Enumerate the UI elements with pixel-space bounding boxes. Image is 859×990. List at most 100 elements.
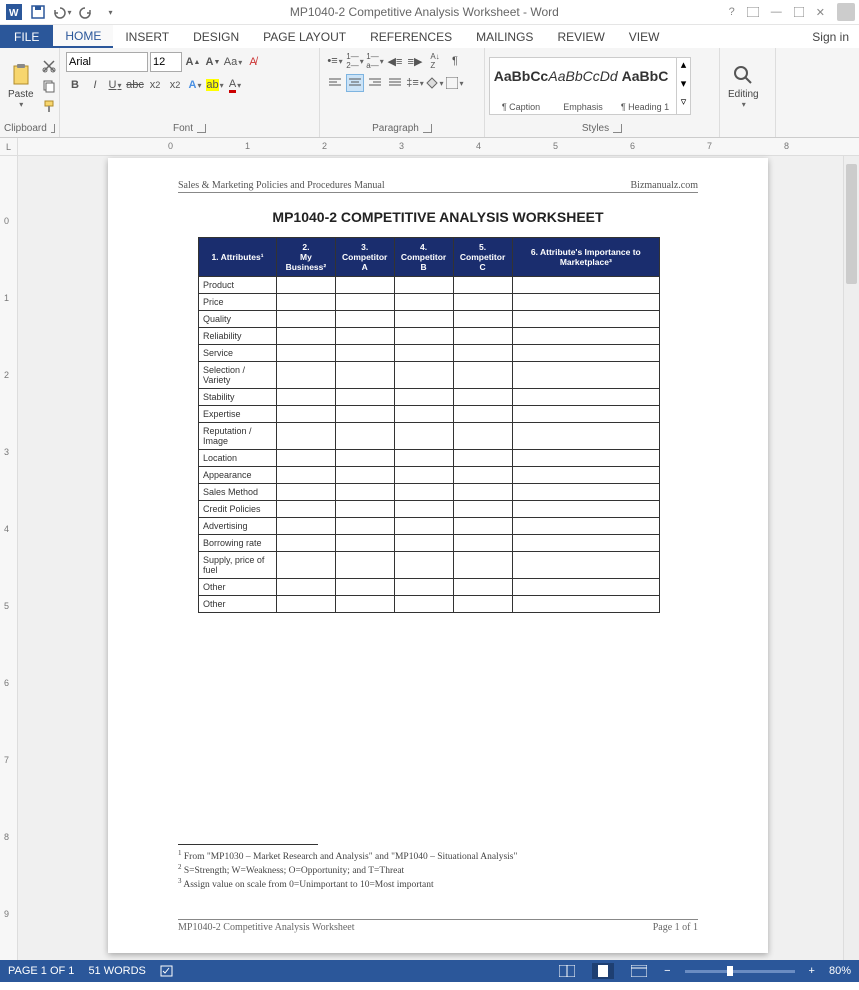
attribute-cell[interactable]: Reputation / Image xyxy=(199,423,277,450)
clipboard-launcher-icon[interactable] xyxy=(51,124,55,133)
data-cell[interactable] xyxy=(335,362,394,389)
style-emphasis[interactable]: AaBbCcDdEmphasis xyxy=(552,58,614,114)
data-cell[interactable] xyxy=(277,362,336,389)
numbering-icon[interactable]: 1—2—▾ xyxy=(346,52,364,70)
cut-icon[interactable] xyxy=(40,57,58,75)
bold-button[interactable]: B xyxy=(66,76,84,94)
data-cell[interactable] xyxy=(394,277,453,294)
data-cell[interactable] xyxy=(394,423,453,450)
data-cell[interactable] xyxy=(512,535,659,552)
table-row[interactable]: Product xyxy=(199,277,660,294)
vertical-ruler[interactable]: 0123456789 xyxy=(0,156,18,960)
data-cell[interactable] xyxy=(453,518,512,535)
attribute-cell[interactable]: Quality xyxy=(199,311,277,328)
data-cell[interactable] xyxy=(277,484,336,501)
paragraph-launcher-icon[interactable] xyxy=(423,124,432,133)
data-cell[interactable] xyxy=(394,579,453,596)
data-cell[interactable] xyxy=(394,362,453,389)
attribute-cell[interactable]: Reliability xyxy=(199,328,277,345)
data-cell[interactable] xyxy=(335,311,394,328)
attribute-cell[interactable]: Stability xyxy=(199,389,277,406)
data-cell[interactable] xyxy=(277,328,336,345)
data-cell[interactable] xyxy=(512,423,659,450)
analysis-table[interactable]: 1. Attributes¹2.My Business²3.Competitor… xyxy=(198,237,660,613)
data-cell[interactable] xyxy=(277,596,336,613)
table-row[interactable]: Supply, price of fuel xyxy=(199,552,660,579)
data-cell[interactable] xyxy=(394,518,453,535)
table-row[interactable]: Borrowing rate xyxy=(199,535,660,552)
table-row[interactable]: Price xyxy=(199,294,660,311)
data-cell[interactable] xyxy=(335,552,394,579)
attribute-cell[interactable]: Sales Method xyxy=(199,484,277,501)
data-cell[interactable] xyxy=(453,552,512,579)
bullets-icon[interactable]: •≡▾ xyxy=(326,52,344,70)
data-cell[interactable] xyxy=(394,596,453,613)
data-cell[interactable] xyxy=(512,484,659,501)
data-cell[interactable] xyxy=(394,501,453,518)
zoom-in-icon[interactable]: + xyxy=(809,965,815,977)
file-tab[interactable]: FILE xyxy=(0,25,53,48)
data-cell[interactable] xyxy=(394,294,453,311)
data-cell[interactable] xyxy=(277,423,336,450)
data-cell[interactable] xyxy=(512,294,659,311)
subscript-button[interactable]: x2 xyxy=(146,76,164,94)
data-cell[interactable] xyxy=(277,501,336,518)
highlight-icon[interactable]: ab▾ xyxy=(206,76,224,94)
data-cell[interactable] xyxy=(277,535,336,552)
table-row[interactable]: Expertise xyxy=(199,406,660,423)
minimize-icon[interactable]: ― xyxy=(771,6,782,18)
data-cell[interactable] xyxy=(512,596,659,613)
data-cell[interactable] xyxy=(277,311,336,328)
font-launcher-icon[interactable] xyxy=(197,124,206,133)
page-status[interactable]: PAGE 1 OF 1 xyxy=(8,965,74,977)
attribute-cell[interactable]: Location xyxy=(199,450,277,467)
data-cell[interactable] xyxy=(277,294,336,311)
clear-formatting-icon[interactable]: A̸ xyxy=(244,53,262,71)
show-hide-icon[interactable]: ¶ xyxy=(446,52,464,70)
styles-row-up-icon[interactable]: ▴ xyxy=(677,58,690,77)
attribute-cell[interactable]: Expertise xyxy=(199,406,277,423)
attribute-cell[interactable]: Borrowing rate xyxy=(199,535,277,552)
attribute-cell[interactable]: Appearance xyxy=(199,467,277,484)
italic-button[interactable]: I xyxy=(86,76,104,94)
data-cell[interactable] xyxy=(512,389,659,406)
data-cell[interactable] xyxy=(453,311,512,328)
redo-icon[interactable] xyxy=(76,2,96,22)
user-avatar[interactable] xyxy=(837,3,855,21)
sort-icon[interactable]: A↓Z xyxy=(426,52,444,70)
table-row[interactable]: Appearance xyxy=(199,467,660,484)
tab-view[interactable]: VIEW xyxy=(617,25,672,48)
table-row[interactable]: Service xyxy=(199,345,660,362)
table-row[interactable]: Other xyxy=(199,579,660,596)
data-cell[interactable] xyxy=(453,467,512,484)
tab-references[interactable]: REFERENCES xyxy=(358,25,464,48)
data-cell[interactable] xyxy=(394,450,453,467)
data-cell[interactable] xyxy=(277,518,336,535)
data-cell[interactable] xyxy=(453,406,512,423)
data-cell[interactable] xyxy=(512,406,659,423)
horizontal-ruler[interactable]: 012345678 xyxy=(18,138,859,156)
data-cell[interactable] xyxy=(335,450,394,467)
styles-launcher-icon[interactable] xyxy=(613,124,622,133)
table-row[interactable]: Location xyxy=(199,450,660,467)
data-cell[interactable] xyxy=(335,484,394,501)
zoom-slider[interactable] xyxy=(685,970,795,973)
data-cell[interactable] xyxy=(277,552,336,579)
grow-font-icon[interactable]: A▲ xyxy=(184,53,202,71)
table-row[interactable]: Other xyxy=(199,596,660,613)
data-cell[interactable] xyxy=(335,596,394,613)
data-cell[interactable] xyxy=(512,501,659,518)
data-cell[interactable] xyxy=(512,579,659,596)
data-cell[interactable] xyxy=(453,484,512,501)
data-cell[interactable] xyxy=(453,277,512,294)
data-cell[interactable] xyxy=(453,579,512,596)
align-left-icon[interactable] xyxy=(326,74,344,92)
data-cell[interactable] xyxy=(394,389,453,406)
attribute-cell[interactable]: Advertising xyxy=(199,518,277,535)
attribute-cell[interactable]: Credit Policies xyxy=(199,501,277,518)
zoom-thumb[interactable] xyxy=(727,966,733,976)
data-cell[interactable] xyxy=(512,467,659,484)
close-icon[interactable]: ✕ xyxy=(816,6,825,19)
data-cell[interactable] xyxy=(512,328,659,345)
maximize-icon[interactable] xyxy=(794,7,804,17)
